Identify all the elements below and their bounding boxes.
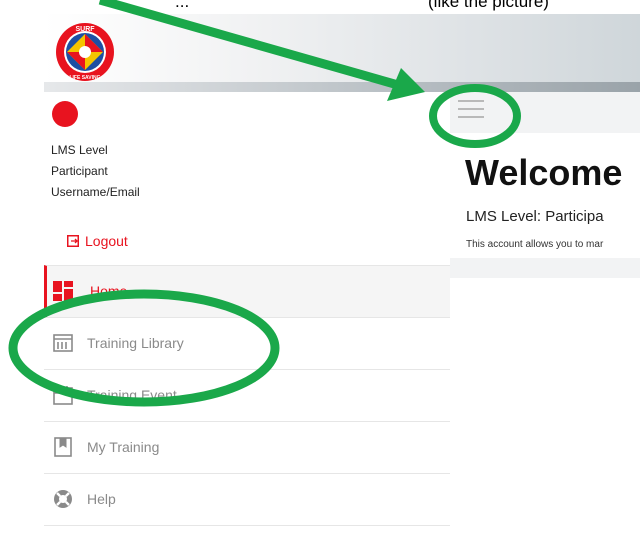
nav-divider xyxy=(44,525,450,526)
logo-text-bottom: LIFE SAVING xyxy=(69,75,100,81)
logout-button[interactable]: Logout xyxy=(67,233,128,249)
user-role: Participant xyxy=(51,164,108,178)
lifebuoy-icon xyxy=(54,490,72,508)
nav-item-training-event[interactable]: Training Event xyxy=(44,369,450,421)
nav-item-label: Training Event xyxy=(87,387,177,403)
lms-level-text: LMS Level: Participa xyxy=(466,208,604,225)
nav-item-label: Training Library xyxy=(87,335,184,351)
logout-label: Logout xyxy=(85,233,128,249)
user-lms-level: LMS Level xyxy=(51,143,108,157)
bookmark-icon xyxy=(54,437,72,457)
user-username: Username/Email xyxy=(51,185,140,199)
nav-item-label: Help xyxy=(87,491,116,507)
nav-item-my-training[interactable]: My Training xyxy=(44,421,450,473)
dashboard-icon xyxy=(53,281,73,301)
account-description: This account allows you to mar xyxy=(466,239,604,250)
library-icon xyxy=(53,334,73,352)
nav-item-label: My Training xyxy=(87,439,160,455)
header-banner xyxy=(44,14,640,92)
nav-item-home[interactable]: Home xyxy=(44,265,453,317)
content-divider xyxy=(450,258,640,278)
logout-icon xyxy=(67,235,79,247)
caption-left: ... xyxy=(175,0,190,11)
hamburger-menu-icon[interactable] xyxy=(458,100,484,118)
calendar-icon xyxy=(53,386,73,405)
nav-item-help[interactable]: Help xyxy=(44,473,450,525)
page-title: Welcome xyxy=(465,152,623,193)
nav-item-training-library[interactable]: Training Library xyxy=(44,317,450,369)
welcome-card xyxy=(450,133,640,553)
surf-life-saving-logo[interactable]: SURF LIFE SAVING xyxy=(55,22,115,82)
caption-right: (like the picture) xyxy=(428,0,549,11)
logo-text-top: SURF xyxy=(75,26,95,33)
nav-item-label: Home xyxy=(90,283,128,299)
avatar[interactable] xyxy=(52,101,78,127)
